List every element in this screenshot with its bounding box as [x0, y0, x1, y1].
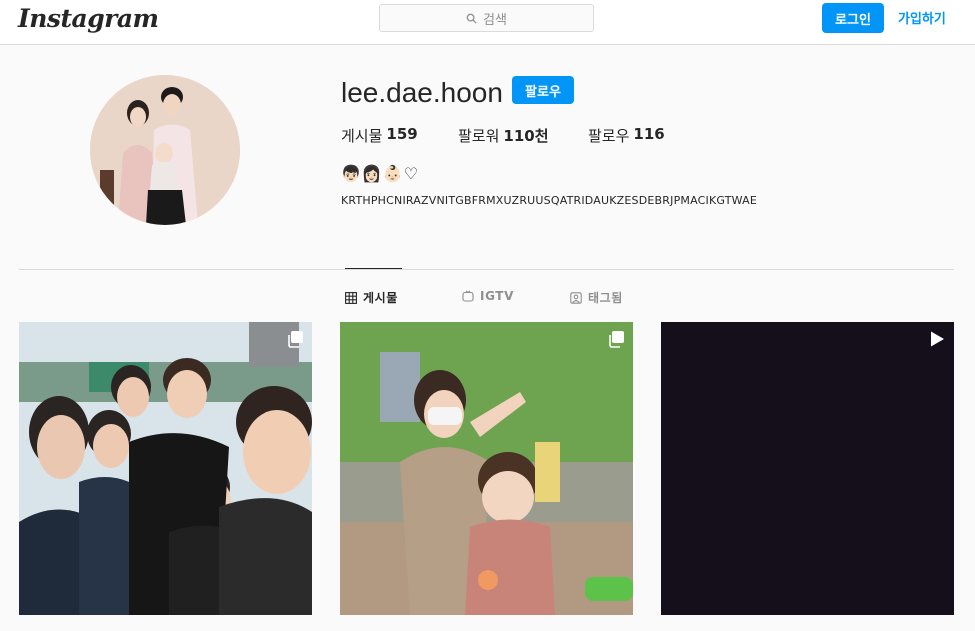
- carousel-icon: [288, 331, 303, 348]
- top-nav: Instagram 검색 로그인 가입하기: [0, 0, 975, 45]
- stat-label: 게시물: [341, 127, 383, 145]
- tab-igtv[interactable]: IGTV: [462, 289, 514, 303]
- active-tab-indicator: [345, 268, 402, 269]
- post-thumbnail[interactable]: [661, 322, 954, 615]
- followers-count[interactable]: 팔로워 110천: [458, 125, 588, 146]
- avatar-photo: [90, 75, 240, 225]
- post-thumbnail[interactable]: [340, 322, 633, 615]
- profile-username: lee.dae.hoon: [341, 77, 503, 108]
- tab-label: 게시물: [363, 291, 398, 305]
- carousel-icon: [609, 331, 624, 348]
- stat-label: 팔로워: [458, 127, 500, 145]
- profile-avatar[interactable]: [90, 75, 240, 225]
- search-input[interactable]: 검색: [379, 4, 594, 32]
- stat-label: 팔로우: [588, 127, 630, 145]
- login-button[interactable]: 로그인: [822, 3, 884, 33]
- stat-value: 116: [633, 125, 665, 143]
- tagged-icon: [570, 291, 582, 304]
- play-icon: [931, 331, 944, 347]
- tab-posts[interactable]: 게시물: [345, 289, 398, 306]
- post-thumbnail[interactable]: [19, 322, 312, 615]
- search-icon: [466, 13, 477, 24]
- stat-value: 159: [386, 125, 418, 143]
- igtv-icon: [462, 290, 474, 302]
- instagram-logo[interactable]: Instagram: [18, 4, 159, 33]
- bio-emoji: 👦🏻👩🏻👶🏻♡: [341, 164, 420, 183]
- signup-link[interactable]: 가입하기: [898, 8, 946, 27]
- post-photo: [661, 322, 954, 615]
- post-photo: [340, 322, 633, 615]
- tab-tagged[interactable]: 태그됨: [570, 289, 623, 306]
- follow-button[interactable]: 팔로우: [512, 76, 574, 104]
- bio-text: KRTHPHCNIRAZVNITGBFRMXUZRUUSQATRIDAUKZES…: [341, 194, 757, 207]
- tab-label: IGTV: [480, 289, 514, 303]
- tabs-divider: [19, 269, 954, 270]
- posts-count: 게시물 159: [341, 125, 458, 146]
- profile-stats: 게시물 159 팔로워 110천 팔로우 116: [341, 125, 665, 146]
- search-placeholder: 검색: [483, 12, 507, 28]
- grid-icon: [345, 291, 357, 304]
- tab-label: 태그됨: [588, 291, 623, 305]
- stat-value: 110천: [503, 127, 549, 145]
- following-count[interactable]: 팔로우 116: [588, 125, 665, 146]
- post-photo: [19, 322, 312, 615]
